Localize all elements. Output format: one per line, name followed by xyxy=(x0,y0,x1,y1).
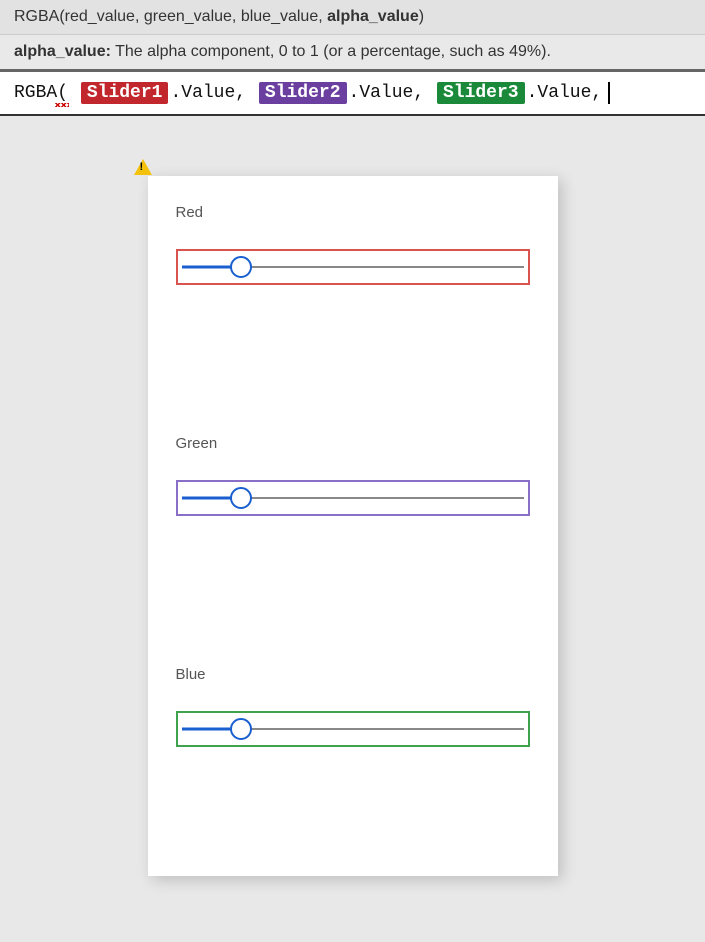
formula-suffix-0: .Value, xyxy=(170,83,246,103)
function-signature-bar: RGBA(red_value, green_value, blue_value,… xyxy=(0,0,705,35)
sig-param-1: green_value xyxy=(144,8,232,25)
formula-suffix-2: .Value, xyxy=(527,83,603,103)
formula-chip-slider3[interactable]: Slider3 xyxy=(437,82,525,104)
formula-chip-slider2[interactable]: Slider2 xyxy=(259,82,347,104)
slider-blue-group: Blue xyxy=(176,666,530,747)
slider-blue-thumb[interactable] xyxy=(230,718,252,740)
slider-red-group: Red xyxy=(176,204,530,285)
signature-fn: RGBA xyxy=(14,8,59,25)
warning-icon[interactable] xyxy=(134,159,152,175)
preview-card[interactable]: Red Green Blue xyxy=(148,176,558,876)
slider-red-thumb[interactable] xyxy=(230,256,252,278)
sig-param-3: alpha_value xyxy=(327,8,419,25)
formula-fn: RGBA xyxy=(14,83,57,103)
slider-red[interactable] xyxy=(176,249,530,285)
param-help-name: alpha_value: xyxy=(14,43,111,60)
canvas-area[interactable]: Red Green Blue xyxy=(0,116,705,876)
slider-green-group: Green xyxy=(176,435,530,516)
formula-open-paren: ( xyxy=(57,83,68,103)
slider-green[interactable] xyxy=(176,480,530,516)
sig-param-2: blue_value xyxy=(241,8,318,25)
slider-blue[interactable] xyxy=(176,711,530,747)
slider-blue-label: Blue xyxy=(176,666,530,683)
text-cursor xyxy=(608,82,610,104)
slider-red-label: Red xyxy=(176,204,530,221)
sig-param-0: red_value xyxy=(65,8,135,25)
parameter-help-bar: alpha_value: The alpha component, 0 to 1… xyxy=(0,35,705,72)
formula-bar[interactable]: RGBA ( Slider1.Value, Slider2.Value, Sli… xyxy=(0,72,705,116)
param-help-description: The alpha component, 0 to 1 (or a percen… xyxy=(115,43,551,60)
slider-green-thumb[interactable] xyxy=(230,487,252,509)
slider-green-label: Green xyxy=(176,435,530,452)
formula-chip-slider1[interactable]: Slider1 xyxy=(81,82,169,104)
formula-suffix-1: .Value, xyxy=(349,83,425,103)
